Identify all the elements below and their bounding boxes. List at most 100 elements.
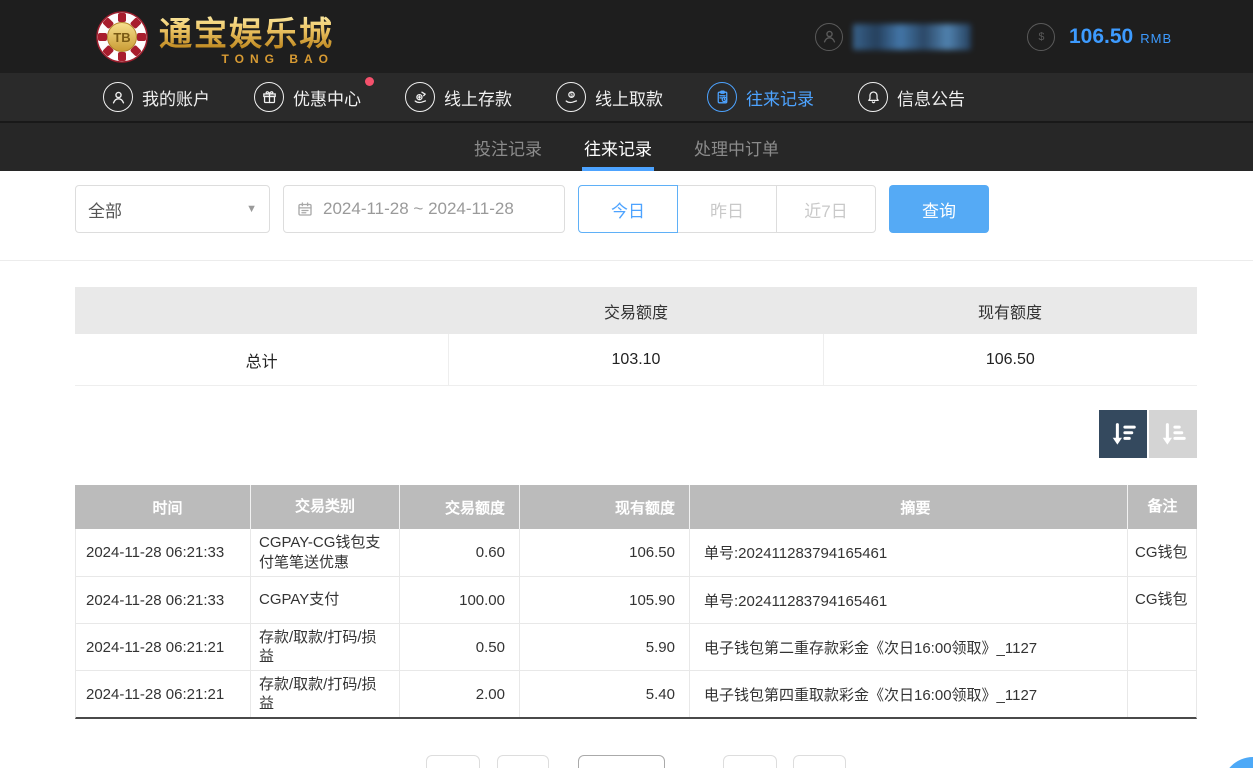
svg-text:$: $ bbox=[570, 92, 573, 98]
type-select-value: 全部 bbox=[88, 197, 122, 222]
pagination-page-indicator[interactable] bbox=[578, 755, 665, 768]
nav-item-announcements[interactable]: 信息公告 bbox=[858, 82, 965, 112]
gift-icon bbox=[254, 82, 284, 112]
cell-current-amount: 5.90 bbox=[519, 624, 689, 670]
nav-item-promotions[interactable]: 优惠中心 bbox=[254, 82, 361, 112]
record-tabs: 投注记录 往来记录 处理中订单 bbox=[0, 123, 1253, 171]
table-row: 2024-11-28 06:21:21 存款/取款/打码/损益 0.50 5.9… bbox=[76, 623, 1196, 670]
bell-icon bbox=[858, 82, 888, 112]
transactions-table: 时间 交易类别 交易额度 现有额度 摘要 备注 2024-11-28 06:21… bbox=[75, 485, 1197, 719]
col-header-transaction-amount: 交易额度 bbox=[399, 485, 519, 529]
nav-item-my-account[interactable]: 我的账户 bbox=[103, 82, 210, 112]
col-header-summary: 摘要 bbox=[689, 485, 1127, 529]
cell-summary: 单号:202411283794165461 bbox=[689, 529, 1127, 576]
wallet-icon[interactable]: $ bbox=[1027, 23, 1055, 51]
summary-total-label: 总计 bbox=[75, 334, 448, 385]
range-yesterday-button[interactable]: 昨日 bbox=[677, 185, 777, 233]
cell-type: 存款/取款/打码/损益 bbox=[250, 624, 399, 670]
cell-remark bbox=[1127, 671, 1196, 717]
username-blurred bbox=[853, 24, 971, 50]
cell-summary: 电子钱包第二重存款彩金《次日16:00领取》_1127 bbox=[689, 624, 1127, 670]
cell-time: 2024-11-28 06:21:33 bbox=[76, 529, 250, 576]
nav-item-transaction-records[interactable]: 往来记录 bbox=[707, 82, 814, 112]
cell-transaction-amount: 2.00 bbox=[399, 671, 519, 717]
summary-current-total: 106.50 bbox=[823, 334, 1197, 385]
pagination-button-last[interactable] bbox=[793, 755, 846, 768]
type-select[interactable]: 全部 ▼ bbox=[75, 185, 270, 233]
chevron-down-icon: ▼ bbox=[246, 203, 257, 215]
summary-header-current-amount: 现有额度 bbox=[823, 287, 1197, 334]
quick-range-group: 今日 昨日 近7日 bbox=[578, 185, 876, 233]
summary-header-transaction-amount: 交易额度 bbox=[449, 287, 823, 334]
summary-transaction-total: 103.10 bbox=[448, 334, 822, 385]
cell-time: 2024-11-28 06:21:21 bbox=[76, 671, 250, 717]
nav-label: 我的账户 bbox=[142, 85, 210, 110]
cell-summary: 单号:202411283794165461 bbox=[689, 577, 1127, 623]
balance-amount: 106.50 bbox=[1069, 25, 1133, 49]
site-logo[interactable]: TB 通宝娱乐城 TONG BAO bbox=[95, 7, 334, 66]
balance-currency: RMB bbox=[1140, 31, 1172, 46]
cell-transaction-amount: 100.00 bbox=[399, 577, 519, 623]
search-button[interactable]: 查询 bbox=[889, 185, 989, 233]
nav-label: 线上取款 bbox=[595, 85, 663, 110]
user-avatar-icon[interactable] bbox=[815, 23, 843, 51]
col-header-remark: 备注 bbox=[1127, 485, 1197, 529]
site-title: 通宝娱乐城 bbox=[159, 7, 334, 55]
nav-label: 往来记录 bbox=[746, 85, 814, 110]
cell-type: CGPAY支付 bbox=[250, 577, 399, 623]
nav-item-deposit[interactable]: 线上存款 bbox=[405, 82, 512, 112]
nav-item-withdraw[interactable]: $ 线上取款 bbox=[556, 82, 663, 112]
main-nav: 我的账户 优惠中心 bbox=[0, 73, 1253, 123]
records-icon bbox=[707, 82, 737, 112]
col-header-type: 交易类别 bbox=[250, 485, 399, 529]
cell-transaction-amount: 0.60 bbox=[399, 529, 519, 576]
pagination-button-next[interactable] bbox=[723, 755, 777, 768]
user-area: $ 106.50 RMB bbox=[815, 0, 1172, 73]
sort-descending-button[interactable] bbox=[1099, 410, 1147, 458]
tab-label: 处理中订单 bbox=[694, 135, 779, 160]
cell-time: 2024-11-28 06:21:33 bbox=[76, 577, 250, 623]
page: TB 通宝娱乐城 TONG BAO $ 106.5 bbox=[0, 0, 1253, 768]
casino-chip-icon: TB bbox=[95, 10, 149, 64]
cell-current-amount: 5.40 bbox=[519, 671, 689, 717]
tab-pending-orders[interactable]: 处理中订单 bbox=[694, 123, 779, 171]
tab-transaction-records[interactable]: 往来记录 bbox=[584, 123, 652, 171]
sort-ascending-button[interactable] bbox=[1149, 410, 1197, 458]
summary-table: 交易额度 现有额度 总计 103.10 106.50 bbox=[75, 287, 1197, 386]
table-body: 2024-11-28 06:21:33 CGPAY-CG钱包支付笔笔送优惠 0.… bbox=[75, 529, 1197, 719]
floating-action-button[interactable] bbox=[1222, 757, 1253, 768]
tab-label: 往来记录 bbox=[584, 135, 652, 160]
cell-time: 2024-11-28 06:21:21 bbox=[76, 624, 250, 670]
cell-remark: CG钱包 bbox=[1127, 577, 1196, 623]
col-header-current-amount: 现有额度 bbox=[519, 485, 689, 529]
section-divider bbox=[0, 260, 1253, 261]
date-range-value: 2024-11-28 ~ 2024-11-28 bbox=[323, 199, 514, 219]
cell-transaction-amount: 0.50 bbox=[399, 624, 519, 670]
tab-label: 投注记录 bbox=[474, 135, 542, 160]
table-row: 2024-11-28 06:21:33 CGPAY-CG钱包支付笔笔送优惠 0.… bbox=[76, 529, 1196, 576]
table-header-row: 时间 交易类别 交易额度 现有额度 摘要 备注 bbox=[75, 485, 1197, 529]
pagination-button-prev[interactable] bbox=[497, 755, 549, 768]
filter-bar: 全部 ▼ 2024-11-28 ~ 2024-11-28 今日 昨日 近7日 查… bbox=[75, 185, 1253, 233]
cell-type: 存款/取款/打码/损益 bbox=[250, 671, 399, 717]
nav-label: 优惠中心 bbox=[293, 85, 361, 110]
nav-label: 线上存款 bbox=[444, 85, 512, 110]
balance-display[interactable]: 106.50 RMB bbox=[1069, 25, 1172, 49]
cell-summary: 电子钱包第四重取款彩金《次日16:00领取》_1127 bbox=[689, 671, 1127, 717]
svg-text:$: $ bbox=[1038, 31, 1044, 43]
pagination-button-first[interactable] bbox=[426, 755, 480, 768]
cell-remark bbox=[1127, 624, 1196, 670]
site-subtitle: TONG BAO bbox=[159, 52, 334, 66]
range-today-button[interactable]: 今日 bbox=[578, 185, 678, 233]
withdraw-icon: $ bbox=[556, 82, 586, 112]
tab-betting-records[interactable]: 投注记录 bbox=[474, 123, 542, 171]
logo-text: 通宝娱乐城 TONG BAO bbox=[159, 7, 334, 66]
summary-header-row: 交易额度 现有额度 bbox=[75, 287, 1197, 334]
notification-dot bbox=[365, 77, 374, 86]
range-last7days-button[interactable]: 近7日 bbox=[776, 185, 876, 233]
deposit-icon bbox=[405, 82, 435, 112]
date-range-input[interactable]: 2024-11-28 ~ 2024-11-28 bbox=[283, 185, 565, 233]
cell-current-amount: 106.50 bbox=[519, 529, 689, 576]
sort-controls bbox=[75, 410, 1197, 458]
col-header-time: 时间 bbox=[75, 485, 250, 529]
